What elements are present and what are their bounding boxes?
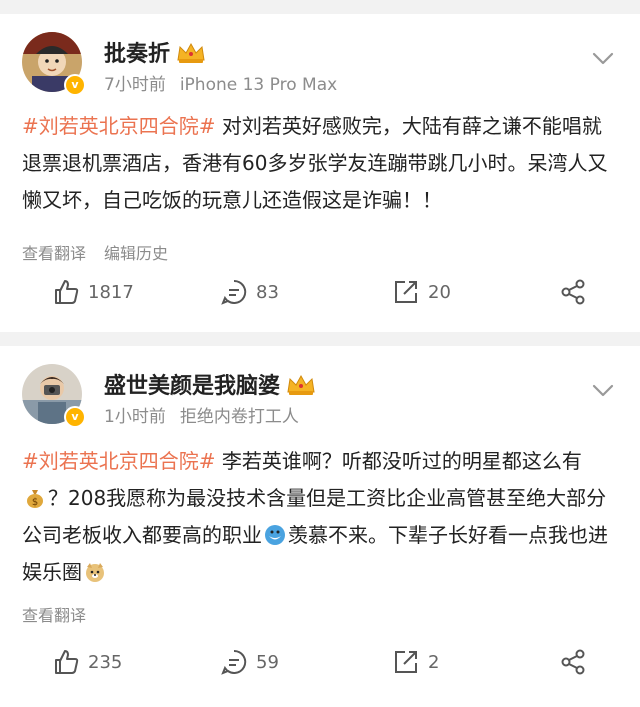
post-meta: 7小时前 iPhone 13 Pro Max	[104, 70, 337, 95]
thumb-up-icon	[55, 650, 79, 674]
post-subnote: 查看翻译	[22, 602, 86, 626]
post-time: 1小时前	[104, 407, 166, 427]
chevron-down-icon[interactable]	[592, 52, 614, 66]
repost-icon	[395, 651, 417, 673]
action-bar: 1817 83 20	[0, 274, 640, 310]
repost-icon	[395, 281, 417, 303]
comment-icon	[221, 649, 247, 675]
post-text-a: 李若英谁啊？听都没听过的明星都这么有	[215, 449, 582, 473]
post-time: 7小时前	[104, 75, 166, 95]
verified-v-icon: v	[64, 406, 86, 428]
post-meta: 1小时前 拒绝内卷打工人	[104, 402, 299, 427]
post-header: v 盛世美颜是我脑婆 1小时前 拒绝内卷打工人	[22, 364, 618, 428]
money-bag-emoji: $	[27, 490, 43, 508]
share-button[interactable]	[560, 644, 588, 680]
author-name-text[interactable]: 批奏折	[104, 42, 170, 67]
edit-history-link[interactable]: 编辑历史	[104, 244, 168, 263]
hashtag-link[interactable]: #刘若英北京四合院#	[22, 449, 216, 473]
comment-button[interactable]: 83	[220, 274, 279, 310]
author-name-text[interactable]: 盛世美颜是我脑婆	[104, 374, 280, 399]
repost-count: 20	[428, 281, 451, 303]
thumb-up-icon	[55, 280, 79, 304]
post-source: iPhone 13 Pro Max	[179, 75, 338, 95]
weibo-post: v 批奏折 7小时前 iPhone 13 Pro Max #刘若英北京四合院# 对…	[0, 14, 640, 332]
like-count: 1817	[88, 281, 134, 303]
crown-icon	[287, 374, 315, 395]
chevron-down-icon[interactable]	[592, 384, 614, 398]
top-gap	[0, 0, 640, 14]
dolphin-emoji	[265, 525, 285, 545]
repost-button[interactable]: 2	[392, 644, 439, 680]
comment-count: 59	[256, 651, 279, 673]
comment-icon	[221, 279, 247, 305]
comment-count: 83	[256, 281, 279, 303]
share-icon	[561, 279, 585, 305]
post-header: v 批奏折 7小时前 iPhone 13 Pro Max	[22, 32, 618, 96]
view-translation-link[interactable]: 查看翻译	[22, 244, 86, 263]
post-body: #刘若英北京四合院# 对刘若英好感败完，大陆有薛之谦不能唱就退票退机票酒店，香港…	[22, 108, 618, 219]
repost-button[interactable]: 20	[392, 274, 451, 310]
hashtag-link[interactable]: #刘若英北京四合院#	[22, 114, 216, 138]
like-button[interactable]: 235	[52, 644, 122, 680]
crown-icon	[177, 42, 205, 63]
like-button[interactable]: 1817	[52, 274, 134, 310]
repost-count: 2	[428, 651, 440, 673]
doge-emoji	[86, 563, 104, 582]
author-name[interactable]: 批奏折	[104, 36, 206, 68]
verified-v-icon: v	[64, 74, 86, 96]
action-bar: 235 59 2	[0, 644, 640, 680]
comment-button[interactable]: 59	[220, 644, 279, 680]
weibo-post: v 盛世美颜是我脑婆 1小时前 拒绝内卷打工人 #刘若英北京四合院# 李若英谁啊？…	[0, 346, 640, 707]
share-icon	[561, 649, 585, 675]
author-name[interactable]: 盛世美颜是我脑婆	[104, 368, 316, 400]
post-source: 拒绝内卷打工人	[179, 407, 299, 427]
svg-text:$: $	[32, 497, 38, 508]
post-subnote: 查看翻译 编辑历史	[22, 240, 168, 264]
post-body: #刘若英北京四合院# 李若英谁啊？听都没听过的明星都这么有 $ ？208我愿称为最没…	[22, 443, 618, 591]
share-button[interactable]	[560, 274, 588, 310]
view-translation-link[interactable]: 查看翻译	[22, 606, 86, 625]
like-count: 235	[88, 651, 123, 673]
post-separator	[0, 332, 640, 346]
